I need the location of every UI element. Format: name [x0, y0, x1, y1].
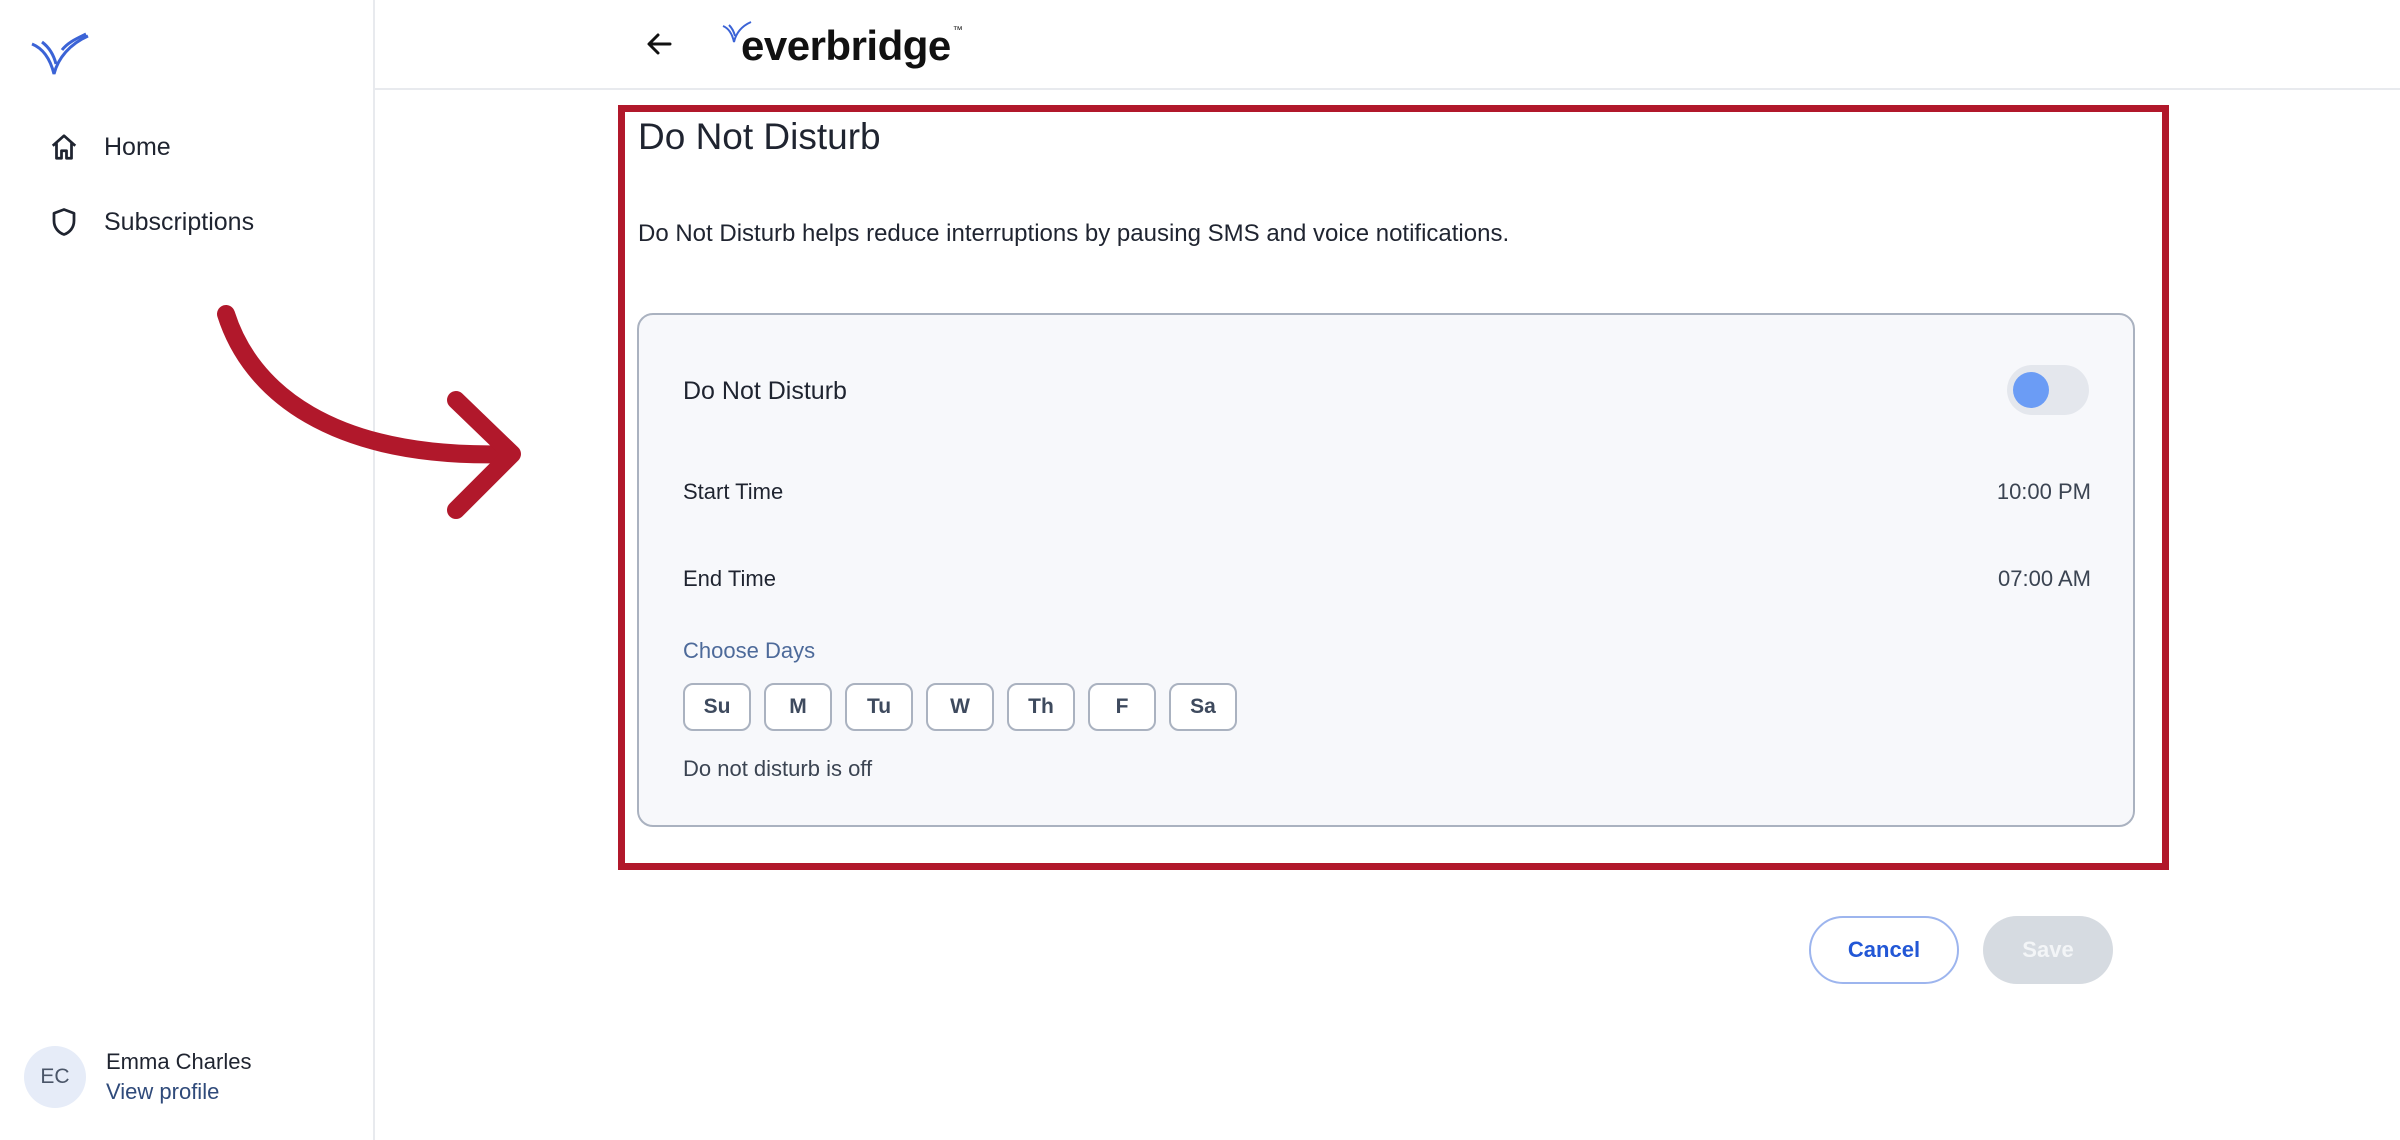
day-button-sunday[interactable]: Su: [683, 683, 751, 731]
day-button-wednesday[interactable]: W: [926, 683, 994, 731]
end-time-label: End Time: [683, 566, 776, 591]
day-button-thursday[interactable]: Th: [1007, 683, 1075, 731]
annotation-arrow-icon: [217, 305, 521, 519]
toggle-knob: [2013, 372, 2049, 408]
page-title: Do Not Disturb: [638, 116, 881, 157]
page-description: Do Not Disturb helps reduce interruption…: [638, 220, 1510, 247]
dnd-toggle[interactable]: [2007, 365, 2089, 415]
day-button-monday[interactable]: M: [764, 683, 832, 731]
avatar[interactable]: EC: [24, 1046, 86, 1108]
do-not-disturb-card: Do Not Disturb Start Time 10:00 PM End T…: [637, 313, 2135, 827]
day-selector: Su M Tu W Th F Sa: [683, 683, 1250, 731]
home-icon: [46, 129, 82, 165]
logo-trademark: ™: [952, 25, 963, 36]
sidebar-item-subscriptions[interactable]: Subscriptions: [46, 194, 254, 250]
profile-name: Emma Charles: [106, 1049, 252, 1074]
day-button-saturday[interactable]: Sa: [1169, 683, 1237, 731]
day-button-tuesday[interactable]: Tu: [845, 683, 913, 731]
shield-icon: [46, 204, 82, 240]
sidebar-item-label: Subscriptions: [104, 207, 255, 236]
back-arrow-icon[interactable]: [638, 22, 682, 66]
logo-text: everbridge: [741, 22, 951, 69]
view-profile-link[interactable]: View profile: [106, 1077, 251, 1107]
start-time-value[interactable]: 10:00 PM: [1997, 479, 2091, 505]
everbridge-logo: everbridge ™: [717, 14, 963, 70]
top-header: everbridge ™: [375, 0, 2400, 90]
save-button[interactable]: Save: [1983, 916, 2113, 984]
profile-section[interactable]: EC Emma Charles View profile: [24, 1046, 251, 1108]
dnd-toggle-label: Do Not Disturb: [683, 377, 847, 405]
start-time-label: Start Time: [683, 479, 784, 504]
sidebar-item-label: Home: [104, 132, 171, 161]
choose-days-label: Choose Days: [683, 638, 816, 663]
logo-check-icon: [722, 21, 752, 43]
everbridge-check-icon: [31, 32, 89, 75]
cancel-button[interactable]: Cancel: [1809, 916, 1959, 984]
sidebar-item-home[interactable]: Home: [46, 119, 171, 175]
dnd-status-text: Do not disturb is off: [683, 756, 873, 781]
day-button-friday[interactable]: F: [1088, 683, 1156, 731]
sidebar: Home Subscriptions EC Emma Charles View …: [0, 0, 375, 1140]
end-time-value[interactable]: 07:00 AM: [1998, 566, 2091, 592]
